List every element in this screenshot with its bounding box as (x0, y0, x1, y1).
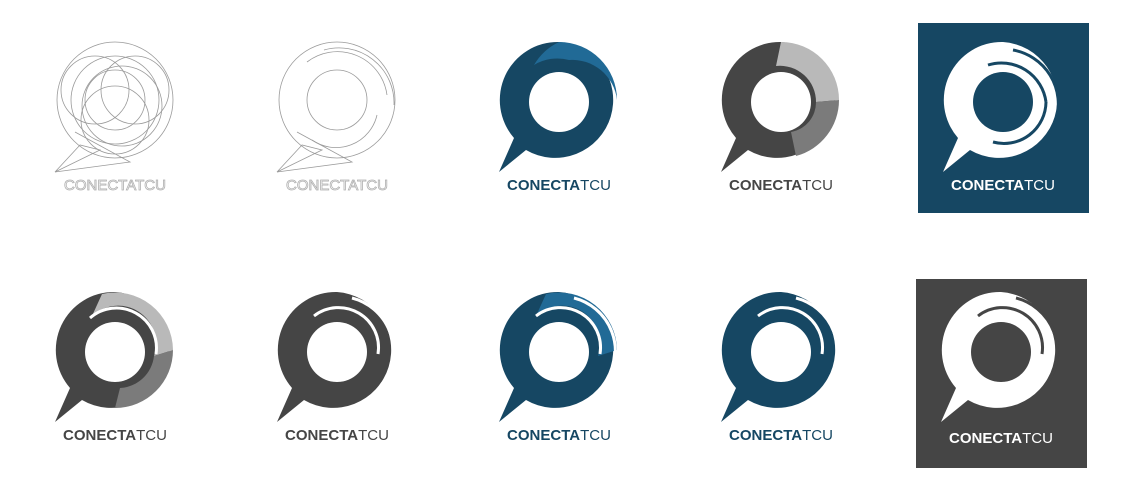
wordmark-light: TCU (580, 427, 611, 444)
logo-gray-flat: CONECTATCU (696, 20, 866, 220)
wordmark-bold: CONECTA (949, 430, 1023, 447)
wordmark: CONECTATCU (30, 177, 200, 195)
wordmark: CONECTATCU (916, 430, 1086, 447)
wordmark-bold: CONECTA (729, 427, 803, 444)
wordmark-light: TCU (135, 177, 167, 195)
wordmark: CONECTATCU (252, 177, 422, 195)
wordmark-bold: CONECTA (64, 177, 136, 195)
wordmark-light: TCU (136, 427, 167, 444)
wordmark-bold: CONECTA (286, 177, 358, 195)
wordmark-bold: CONECTA (63, 427, 137, 444)
wordmark: CONECTATCU (474, 177, 644, 194)
wordmark: CONECTATCU (474, 427, 644, 444)
logo-construction-outline: CONECTATCU (252, 20, 422, 220)
wordmark-light: TCU (1024, 177, 1055, 194)
wordmark-bold: CONECTA (507, 427, 581, 444)
logo-white-on-navy: CONECTATCU (918, 20, 1088, 220)
wordmark-light: TCU (580, 177, 611, 194)
wordmark-light: TCU (358, 427, 389, 444)
wordmark-bold: CONECTA (729, 177, 803, 194)
wordmark: CONECTATCU (30, 427, 200, 444)
wordmark-light: TCU (802, 427, 833, 444)
logo-navy-mono: CONECTATCU (696, 270, 866, 470)
wordmark-bold: CONECTA (951, 177, 1025, 194)
wordmark-bold: CONECTA (507, 177, 581, 194)
wordmark-bold: CONECTA (285, 427, 359, 444)
logo-gray-segmented: CONECTATCU (30, 270, 200, 470)
wordmark: CONECTATCU (696, 427, 866, 444)
logo-gray-mono: CONECTATCU (252, 270, 422, 470)
logo-construction-grid: CONECTATCU (30, 20, 200, 220)
logo-blue-segmented: CONECTATCU (474, 270, 644, 470)
wordmark: CONECTATCU (918, 177, 1088, 194)
wordmark-light: TCU (357, 177, 389, 195)
logo-blue-flat: CONECTATCU (474, 20, 644, 220)
wordmark: CONECTATCU (696, 177, 866, 194)
wordmark-light: TCU (802, 177, 833, 194)
wordmark: CONECTATCU (252, 427, 422, 444)
wordmark-light: TCU (1022, 430, 1053, 447)
logo-white-on-gray: CONECTATCU (916, 270, 1086, 470)
